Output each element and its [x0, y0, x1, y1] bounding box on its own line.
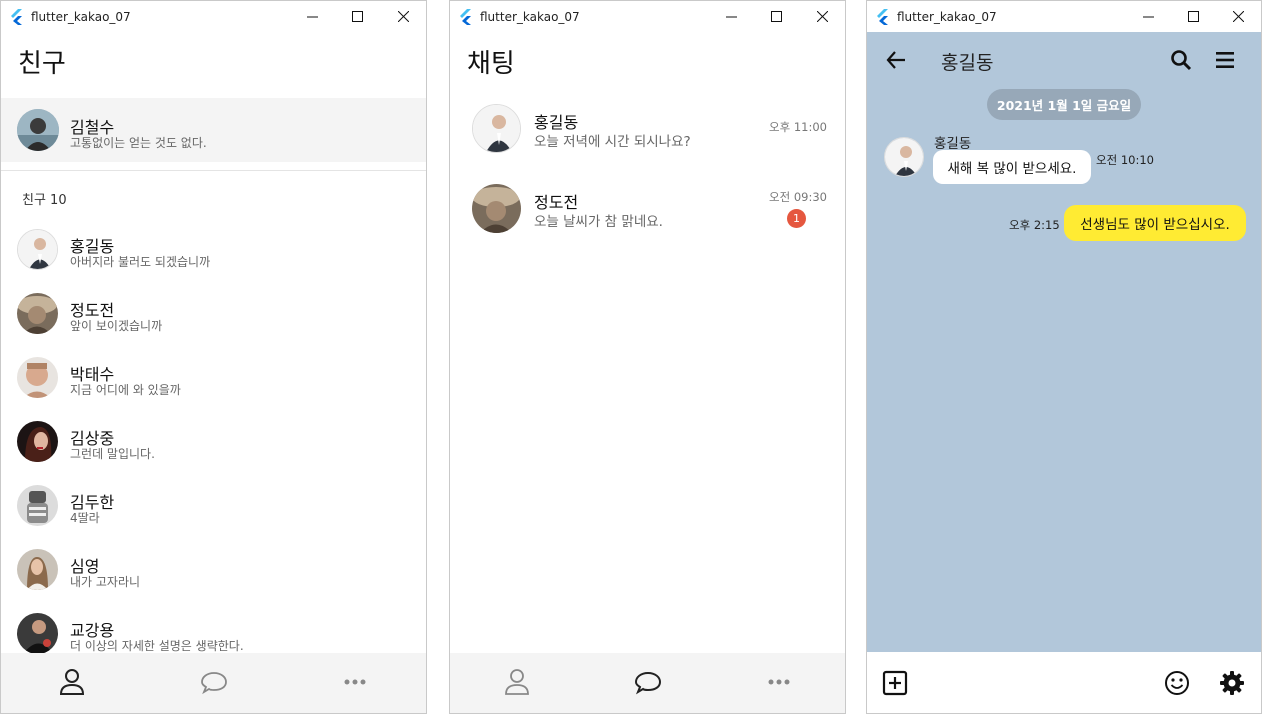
friends-section-label: 친구 10	[22, 193, 67, 208]
avatar	[472, 184, 521, 233]
friend-status: 앞이 보이겠습니까	[70, 319, 163, 333]
settings-icon[interactable]	[1219, 670, 1245, 696]
chatroom-title: 홍길동	[941, 52, 994, 74]
chats-window: flutter_kakao_07 채팅 홍길동 오늘 저녁에 시간 되시나요? …	[449, 0, 846, 714]
maximize-icon[interactable]	[334, 1, 380, 32]
list-item[interactable]: 심영 내가 고자라니	[1, 545, 426, 595]
unread-badge: 1	[787, 209, 806, 228]
maximize-icon[interactable]	[1170, 1, 1216, 32]
friend-status: 그런데 말입니다.	[70, 447, 155, 461]
outgoing-message: 선생님도 많이 받으십시오.	[1080, 217, 1230, 233]
chat-list-item[interactable]: 정도전 오늘 날씨가 참 맑네요. 오전 09:30 1	[450, 178, 845, 242]
incoming-message: 새해 복 많이 받으세요.	[947, 161, 1077, 177]
window-title: flutter_kakao_07	[897, 10, 997, 24]
bottom-navigation	[450, 653, 845, 713]
close-icon[interactable]	[380, 1, 426, 32]
chat-last-message: 오늘 저녁에 시간 되시나요?	[534, 134, 691, 150]
chatroom-window: flutter_kakao_07 홍길동 2021년 1월 1일 금요일 홍길동…	[866, 0, 1262, 714]
divider	[1, 170, 426, 171]
chat-time: 오후 11:00	[769, 120, 827, 134]
avatar	[472, 104, 521, 153]
my-profile-row[interactable]: 김철수 고통없이는 얻는 것도 없다.	[1, 98, 426, 162]
flutter-logo-icon	[877, 9, 888, 25]
minimize-icon[interactable]	[289, 1, 335, 32]
bottom-navigation	[1, 653, 426, 713]
maximize-icon[interactable]	[753, 1, 799, 32]
chat-area: 홍길동 2021년 1월 1일 금요일 홍길동 새해 복 많이 받으세요. 오전…	[867, 32, 1261, 654]
more-icon[interactable]	[340, 667, 370, 697]
back-arrow-icon[interactable]	[885, 49, 907, 71]
close-icon[interactable]	[799, 1, 845, 32]
my-status: 고통없이는 얻는 것도 없다.	[70, 136, 207, 150]
window-title: flutter_kakao_07	[31, 10, 131, 24]
window-titlebar: flutter_kakao_07	[450, 1, 845, 32]
close-icon[interactable]	[1215, 1, 1261, 32]
list-item[interactable]: 박태수 지금 어디에 와 있을까	[1, 353, 426, 403]
incoming-time: 오전 10:10	[1096, 153, 1154, 167]
avatar	[17, 421, 58, 462]
friend-status: 4딸라	[70, 511, 100, 525]
list-item[interactable]: 김두한 4딸라	[1, 481, 426, 531]
page-title: 친구	[18, 49, 66, 79]
window-titlebar: flutter_kakao_07	[1, 1, 426, 32]
incoming-bubble: 새해 복 많이 받으세요.	[933, 150, 1091, 184]
list-item[interactable]: 정도전 앞이 보이겠습니까	[1, 289, 426, 339]
window-titlebar: flutter_kakao_07	[867, 1, 1261, 32]
chat-time: 오전 09:30	[769, 190, 827, 204]
avatar	[17, 357, 58, 398]
avatar	[884, 137, 924, 177]
friends-window: flutter_kakao_07 친구 김철수 고통없이는 얻는 것도 없다. …	[0, 0, 427, 714]
menu-icon[interactable]	[1214, 49, 1236, 71]
emoji-icon[interactable]	[1164, 670, 1190, 696]
sender-name: 홍길동	[934, 136, 972, 152]
list-item[interactable]: 홍길동 아버지라 불러도 되겠습니까	[1, 225, 426, 275]
search-icon[interactable]	[1170, 49, 1192, 71]
friend-status: 내가 고자라니	[70, 575, 141, 589]
minimize-icon[interactable]	[1125, 1, 1171, 32]
avatar	[17, 549, 58, 590]
date-chip-label: 2021년 1월 1일 금요일	[996, 98, 1132, 113]
page-title: 채팅	[467, 49, 515, 79]
input-bar	[867, 652, 1261, 713]
chat-last-message: 오늘 날씨가 참 맑네요.	[534, 214, 663, 230]
flutter-logo-icon	[11, 9, 22, 25]
date-chip: 2021년 1월 1일 금요일	[987, 89, 1141, 120]
avatar	[17, 613, 58, 654]
chat-list-item[interactable]: 홍길동 오늘 저녁에 시간 되시나요? 오후 11:00	[450, 98, 845, 162]
friend-status: 아버지라 불러도 되겠습니까	[70, 255, 211, 269]
person-icon[interactable]	[57, 667, 87, 697]
friend-status: 지금 어디에 와 있을까	[70, 383, 181, 397]
minimize-icon[interactable]	[708, 1, 754, 32]
list-item[interactable]: 김상중 그런데 말입니다.	[1, 417, 426, 467]
list-item[interactable]: 교강용 더 이상의 자세한 설명은 생략한다.	[1, 609, 426, 659]
avatar	[17, 293, 58, 334]
avatar	[17, 485, 58, 526]
person-icon[interactable]	[502, 667, 532, 697]
outgoing-bubble: 선생님도 많이 받으십시오.	[1064, 205, 1246, 241]
chat-bubble-icon[interactable]	[633, 667, 663, 697]
more-icon[interactable]	[764, 667, 794, 697]
avatar	[17, 229, 58, 270]
chat-bubble-icon[interactable]	[199, 667, 229, 697]
window-title: flutter_kakao_07	[480, 10, 580, 24]
add-box-icon[interactable]	[882, 670, 908, 696]
avatar	[17, 109, 59, 151]
outgoing-time: 오후 2:15	[1009, 218, 1060, 232]
friend-status: 더 이상의 자세한 설명은 생략한다.	[70, 639, 244, 653]
flutter-logo-icon	[460, 9, 471, 25]
